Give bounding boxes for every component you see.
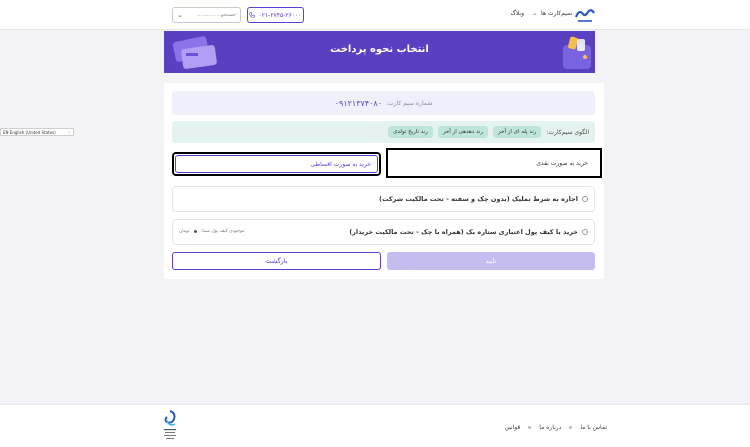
language-indicator[interactable]: EN English (United States) ⋮ (0, 128, 74, 136)
wallet-balance-label: موجودی کیف پول شما: (200, 229, 245, 234)
confirm-button[interactable]: تایید (387, 252, 595, 270)
footer-link-rules[interactable]: قوانین (505, 424, 521, 431)
pattern-chip: رند دهدهی از آخر (437, 126, 489, 138)
nav-simcards[interactable]: سیم‌کارت ها ⌄ (532, 10, 572, 17)
sim-pattern-label: الگوی سیم‌کارت: (546, 128, 589, 136)
option-lease-label: اجاره به شرط تملیک (بدون چک و سفته - تحت… (379, 195, 578, 203)
chevron-down-icon: ⌄ (532, 10, 538, 17)
tab-cash-label: خرید به صورت نقدی (536, 159, 588, 167)
sim-pattern-box: الگوی سیم‌کارت: رند پله ای از آخر رند ده… (172, 121, 595, 143)
footer-link-contact[interactable]: تماس با ما (580, 424, 607, 431)
phone-number: ۰۲۱-۲۷۴۵-۲۶۰۰۰ (258, 11, 302, 19)
back-button[interactable]: بازگشت (172, 252, 381, 270)
nav-simcards-label: سیم‌کارت ها (541, 10, 572, 17)
sim-number-box: شماره سیم کارت: ۰۹۱۲۱۳۷۴۰۸۰ (172, 91, 595, 115)
footer-separator (569, 426, 573, 429)
search-input[interactable]: ⌄ ...............جستجو (172, 7, 241, 23)
pattern-chip: رند تاریخ تولدی (388, 126, 433, 138)
tab-installment-label: خرید به صورت اقساطی (310, 160, 371, 168)
footer-separator (528, 426, 532, 429)
radio-button[interactable] (582, 229, 588, 235)
enamad-badge-icon[interactable] (161, 409, 179, 443)
wallet-currency: تومان (179, 229, 190, 234)
grid-icon: ⋮ (67, 129, 71, 135)
setareh-yek-logo[interactable] (573, 5, 597, 25)
site-footer: تماس با ما درباره ما قوانین (0, 404, 750, 447)
pattern-chip: رند پله ای از آخر (493, 126, 542, 138)
tab-cash-purchase[interactable]: خرید به صورت نقدی (386, 148, 602, 178)
tab-installment-purchase[interactable]: خرید به صورت اقساطی (172, 152, 381, 176)
chevron-down-icon: ⌄ (177, 11, 183, 19)
language-label: EN English (United States) (3, 129, 56, 135)
radio-button[interactable] (582, 196, 588, 202)
search-text: ...............جستجو (197, 12, 236, 18)
footer-link-about[interactable]: درباره ما (539, 424, 561, 431)
page-title: انتخاب نحوه پرداخت (330, 44, 429, 55)
site-header: سیم‌کارت ها ⌄ وبلاگ ۰۲۱-۲۷۴۵-۲۶۰۰۰ ⌄ ...… (0, 0, 750, 30)
wallet-balance-dot (193, 230, 197, 233)
option-wallet-credit[interactable]: خرید با کیف پول اعتباری ستاره یک (همراه … (172, 219, 595, 245)
option-wallet-credit-label: خرید با کیف پول اعتباری ستاره یک (همراه … (349, 228, 578, 236)
option-lease[interactable]: اجاره به شرط تملیک (بدون چک و سفته - تحت… (172, 186, 595, 212)
page-banner: انتخاب نحوه پرداخت (164, 31, 595, 73)
sim-number-label: شماره سیم کارت: (386, 99, 433, 107)
nav-blog[interactable]: وبلاگ (510, 10, 524, 17)
wallet-balance: موجودی کیف پول شما: تومان (179, 229, 245, 234)
sim-number-value: ۰۹۱۲۱۳۷۴۰۸۰ (334, 98, 382, 108)
footer-links: تماس با ما درباره ما قوانین (505, 424, 607, 431)
phone-icon (249, 12, 256, 18)
phone-button[interactable]: ۰۲۱-۲۷۴۵-۲۶۰۰۰ (247, 7, 304, 23)
